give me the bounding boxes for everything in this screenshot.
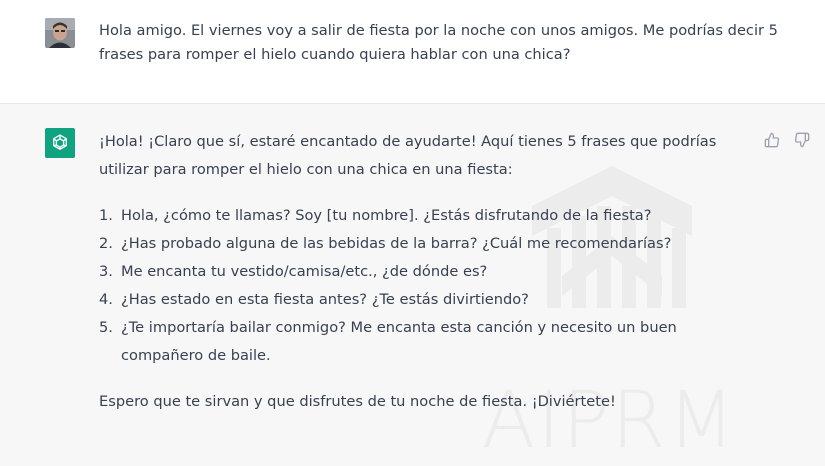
user-message-text: Hola amigo. El viernes voy a salir de fi… [99,22,778,63]
list-item: 2. ¿Has probado alguna de las bebidas de… [99,230,749,258]
list-item-number: 3. [99,263,113,280]
thumbs-up-icon [764,132,780,148]
assistant-message-content: ¡Hola! ¡Claro que sí, estaré encantado d… [99,128,749,416]
assistant-avatar [45,128,75,158]
list-item: 1. Hola, ¿cómo te llamas? Soy [tu nombre… [99,202,749,230]
assistant-intro-text: ¡Hola! ¡Claro que sí, estaré encantado d… [99,133,717,178]
openai-logo-icon [53,134,67,150]
list-item-number: 5. [99,319,113,336]
list-item-text: ¿Te importaría bailar conmigo? Me encant… [121,319,677,364]
list-item: 3. Me encanta tu vestido/camisa/etc., ¿d… [99,258,749,286]
thumbs-up-button[interactable] [764,132,782,150]
list-item-text: Hola, ¿cómo te llamas? Soy [tu nombre]. … [121,207,652,224]
feedback-buttons [764,132,812,150]
list-item-number: 2. [99,235,113,252]
list-item-text: Me encanta tu vestido/camisa/etc., ¿de d… [121,263,488,280]
user-photo-icon [45,18,75,48]
list-item-number: 1. [99,207,113,224]
icebreaker-list: 1. Hola, ¿cómo te llamas? Soy [tu nombre… [99,202,749,370]
assistant-closing-text: Espero que te sirvan y que disfrutes de … [99,393,616,410]
list-item-text: ¿Has estado en esta fiesta antes? ¿Te es… [121,291,529,308]
list-item: 5. ¿Te importaría bailar conmigo? Me enc… [99,314,749,370]
user-message-block: Hola amigo. El viernes voy a salir de fi… [0,0,825,104]
assistant-message-block: AIPRM ¡Hola! ¡Claro que sí, estaré encan… [0,104,825,466]
list-item: 4. ¿Has estado en esta fiesta antes? ¿Te… [99,286,749,314]
thumbs-down-button[interactable] [794,132,812,150]
user-avatar [45,18,75,48]
list-item-number: 4. [99,291,113,308]
thumbs-down-icon [794,132,810,148]
list-item-text: ¿Has probado alguna de las bebidas de la… [121,235,672,252]
